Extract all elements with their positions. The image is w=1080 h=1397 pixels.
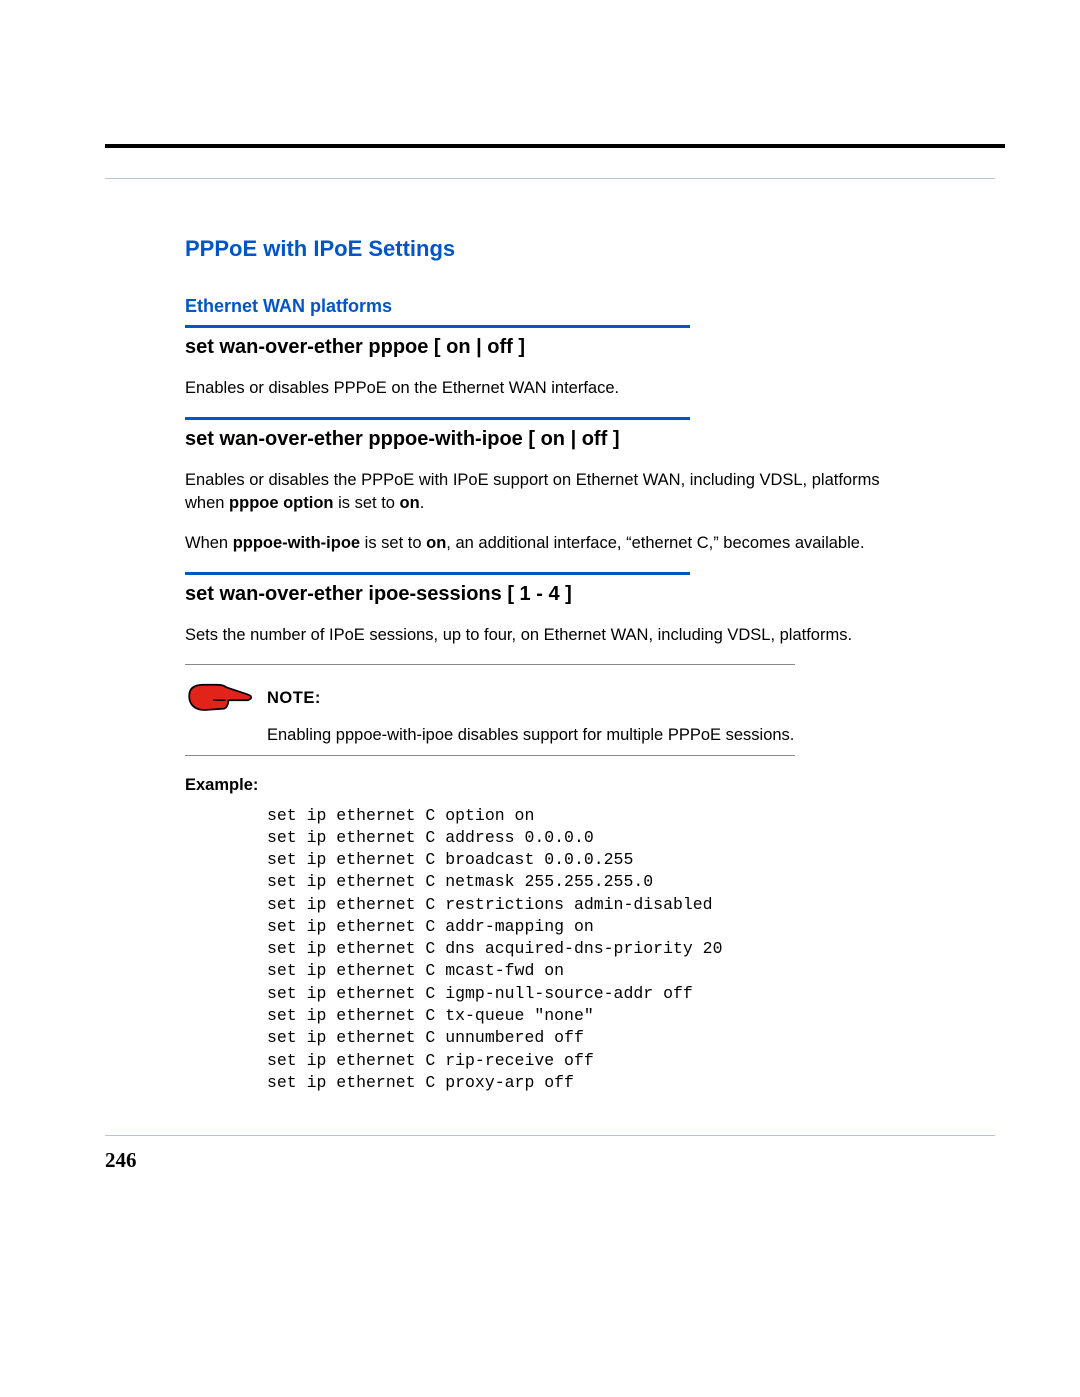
command-heading: set wan-over-ether ipoe-sessions [ 1 - 4…	[185, 583, 895, 606]
blue-divider	[185, 325, 690, 328]
note-text: Enabling pppoe-with-ipoe disables suppor…	[185, 724, 895, 754]
note-header-row: NOTE:	[185, 665, 895, 724]
example-label: Example:	[185, 776, 895, 795]
body-paragraph: Enables or disables the PPPoE with IPoE …	[185, 469, 895, 514]
top-rule	[105, 144, 1005, 148]
subsection-title: Ethernet WAN platforms	[185, 296, 895, 317]
section-title: PPPoE with IPoE Settings	[185, 236, 895, 262]
content-area: PPPoE with IPoE Settings Ethernet WAN pl…	[185, 236, 895, 1094]
pointing-hand-icon	[185, 675, 255, 722]
body-paragraph: Sets the number of IPoE sessions, up to …	[185, 624, 895, 646]
note-callout: NOTE: Enabling pppoe-with-ipoe disables …	[185, 664, 895, 755]
page-number: 246	[105, 1148, 137, 1173]
command-heading: set wan-over-ether pppoe-with-ipoe [ on …	[185, 428, 895, 451]
manual-page: PPPoE with IPoE Settings Ethernet WAN pl…	[0, 0, 1080, 1397]
header-separator	[105, 178, 995, 179]
body-paragraph: Enables or disables PPPoE on the Etherne…	[185, 377, 895, 399]
blue-divider	[185, 417, 690, 420]
note-label: NOTE:	[267, 689, 321, 708]
note-bottom-line	[185, 755, 795, 756]
command-heading: set wan-over-ether pppoe [ on | off ]	[185, 336, 895, 359]
blue-divider	[185, 572, 690, 575]
body-paragraph: When pppoe-with-ipoe is set to on, an ad…	[185, 532, 895, 554]
example-code-block: set ip ethernet C option on set ip ether…	[267, 805, 895, 1094]
footer-separator	[105, 1135, 995, 1136]
